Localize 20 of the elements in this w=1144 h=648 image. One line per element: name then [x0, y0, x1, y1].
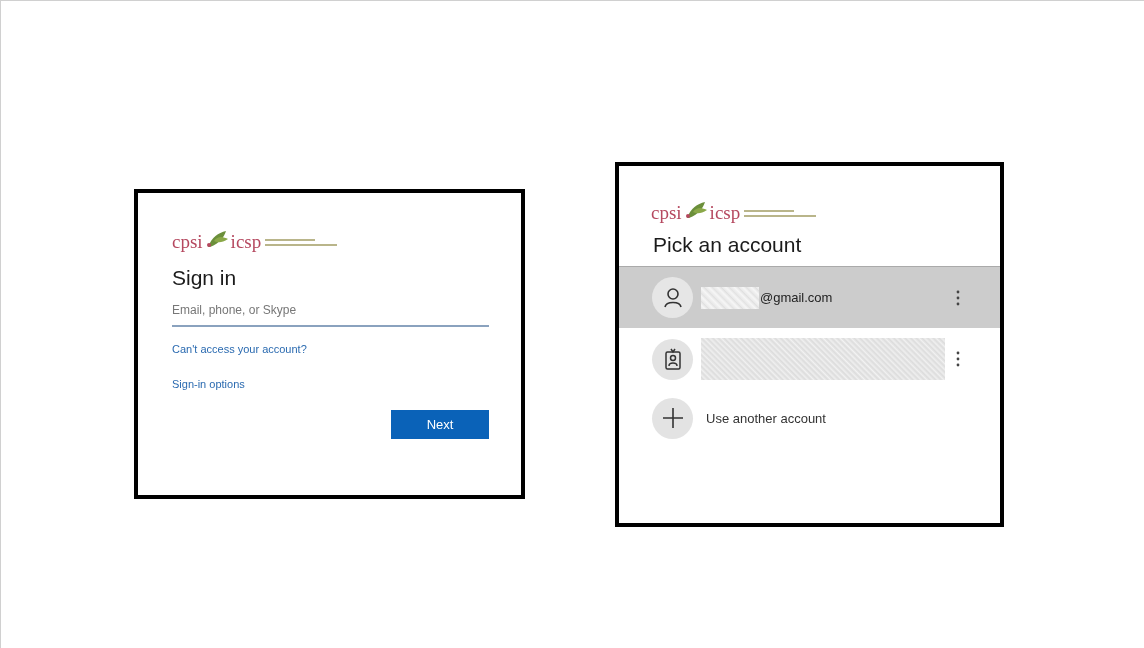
- email-input-field[interactable]: Email, phone, or Skype: [172, 301, 489, 328]
- dialog-title: Sign in: [172, 265, 238, 291]
- id-badge-icon: [664, 348, 681, 371]
- more-options-icon[interactable]: [956, 289, 960, 306]
- use-another-account-label: Use another account: [706, 409, 826, 428]
- account-row[interactable]: @gmail.com: [619, 266, 1000, 329]
- redacted-block: [701, 286, 759, 309]
- person-icon: [663, 287, 682, 308]
- use-another-account-row[interactable]: Use another account: [619, 390, 1000, 447]
- account-email: @gmail.com: [760, 289, 833, 307]
- logo-text: icsp: [230, 232, 262, 251]
- dialog-title: Pick an account: [652, 232, 803, 258]
- next-button[interactable]: Next: [391, 410, 489, 440]
- more-options-icon[interactable]: [956, 351, 960, 368]
- logo-text: icsp: [709, 203, 741, 222]
- link[interactable]: Can't access your account?: [172, 341, 307, 358]
- link[interactable]: Sign-in options: [172, 375, 245, 393]
- logo-text: cpsi: [651, 203, 682, 222]
- plus-icon: [661, 407, 684, 430]
- logo-text: cpsi: [172, 232, 203, 251]
